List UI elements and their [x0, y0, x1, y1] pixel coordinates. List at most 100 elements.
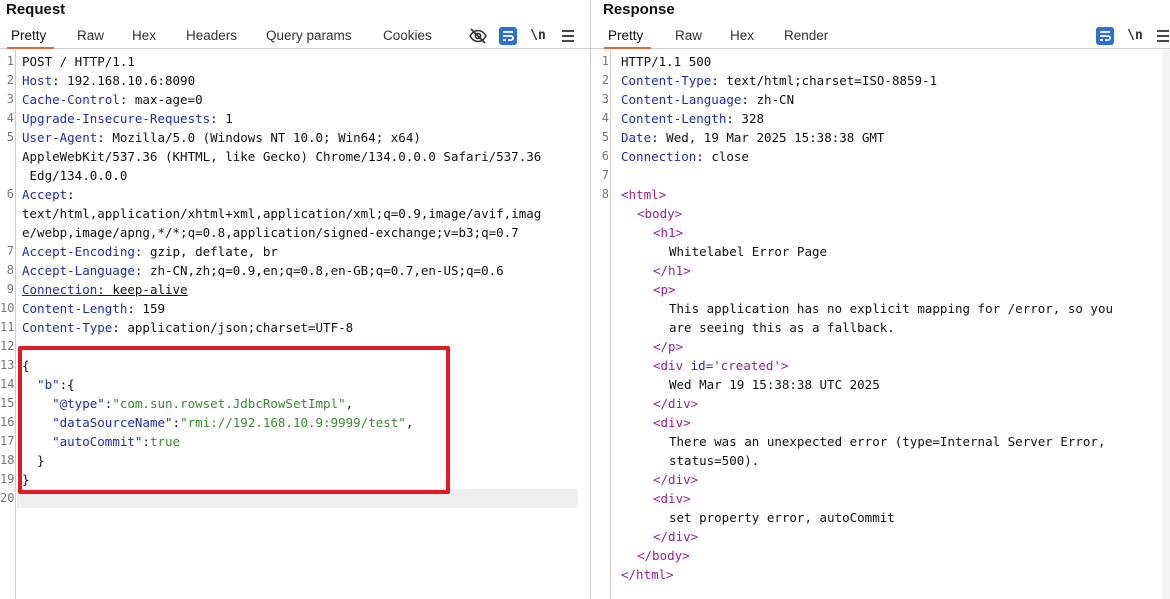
response-line: <div> [591, 489, 1170, 508]
response-tab-pretty[interactable]: Pretty [603, 28, 652, 49]
request-line: 7 Accept-Encoding: gzip, deflate, br [0, 242, 590, 261]
html-tag: <body> [637, 206, 683, 221]
header-name: Host [22, 73, 53, 88]
response-line: set property error, autoCommit [591, 508, 1170, 527]
newline-icon[interactable]: \n [1125, 26, 1145, 46]
html-tag: </div> [653, 472, 699, 487]
response-tab-hex[interactable]: Hex [730, 28, 754, 43]
json-punct: , [345, 396, 354, 411]
request-line: 11 Content-Type: application/json;charset… [0, 318, 590, 337]
line-code: HTTP/1.1 500 [621, 52, 711, 71]
line-code: status=500). [669, 451, 759, 470]
line-code: Connection: keep-alive [22, 280, 188, 299]
response-tab-raw[interactable]: Raw [675, 28, 702, 43]
response-line: Whitelabel Error Page [591, 242, 1170, 261]
header-value: 192.168.10.6:8090 [67, 73, 196, 88]
header-value: e/webp,image/apng,*/*;q=0.8,application/… [22, 225, 519, 240]
request-tab-cookies[interactable]: Cookies [383, 28, 432, 43]
line-code: "autoCommit":true [22, 432, 180, 451]
line-code: Host: 192.168.10.6:8090 [22, 71, 195, 90]
response-line: <h1> [591, 223, 1170, 242]
line-number: 10 [0, 301, 15, 315]
response-line: </div> [591, 394, 1170, 413]
response-line: are seeing this as a fallback. [591, 318, 1170, 337]
html-tag: </html> [621, 567, 674, 582]
header-separator: : [711, 73, 727, 88]
header-name: Date [621, 130, 652, 145]
html-text: Whitelabel Error Page [669, 244, 828, 259]
header-separator: : [696, 149, 712, 164]
word-wrap-icon[interactable] [498, 26, 518, 46]
line-code: Cache-Control: max-age=0 [22, 90, 203, 109]
json-punct [22, 415, 52, 430]
line-number: 16 [0, 415, 15, 429]
request-title: Request [6, 1, 66, 18]
line-code: Content-Language: zh-CN [621, 90, 794, 109]
response-line: 1 HTTP/1.1 500 [591, 52, 1170, 71]
header-value: application/json;charset=UTF-8 [127, 320, 354, 335]
line-number: 4 [601, 111, 609, 125]
json-key: "dataSourceName" [52, 415, 173, 430]
header-separator: : [119, 92, 135, 107]
response-line: 7 [591, 166, 1170, 185]
response-tab-render[interactable]: Render [784, 28, 828, 43]
header-value: keep-alive [112, 282, 188, 297]
response-line: </body> [591, 546, 1170, 565]
header-value: 328 [741, 111, 764, 126]
newline-icon[interactable]: \n [528, 26, 548, 46]
request-line: 18 } [0, 451, 590, 470]
response-line: There was an unexpected error (type=Inte… [591, 432, 1170, 451]
hamburger-menu-icon[interactable] [1153, 26, 1170, 46]
line-code: AppleWebKit/537.36 (KHTML, like Gecko) C… [22, 147, 541, 166]
line-code: Upgrade-Insecure-Requests: 1 [22, 109, 233, 128]
response-line: </h1> [591, 261, 1170, 280]
line-code: </body> [637, 546, 690, 565]
header-separator: : [651, 130, 667, 145]
request-tab-query-params[interactable]: Query params [266, 28, 352, 43]
response-editor[interactable]: 1 HTTP/1.1 500 2 Content-Type: text/html;ch… [591, 50, 1170, 599]
line-code: } [22, 451, 45, 470]
json-key: "@type" [52, 396, 105, 411]
html-text: are seeing this as a fallback. [669, 320, 895, 335]
line-code: Accept-Encoding: gzip, deflate, br [22, 242, 278, 261]
line-code: <div> [653, 489, 691, 508]
json-colon: : [172, 415, 181, 430]
request-tab-hex[interactable]: Hex [132, 28, 156, 43]
header-value: zh-CN,zh;q=0.9,en;q=0.8,en-GB;q=0.7,en-U… [149, 263, 504, 278]
header-name: Connection [22, 282, 98, 297]
line-code: </h1> [653, 261, 691, 280]
request-line: 10 Content-Length: 159 [0, 299, 590, 318]
line-number: 20 [0, 491, 15, 505]
line-code: </div> [653, 470, 698, 489]
header-name: Accept [22, 187, 68, 202]
response-scrollbar[interactable] [1162, 50, 1170, 599]
hamburger-menu-icon[interactable] [558, 26, 578, 46]
header-separator: : [112, 320, 128, 335]
line-code: </div> [653, 394, 698, 413]
html-tag: </p> [653, 339, 684, 354]
line-code: "@type":"com.sun.rowset.JdbcRowSetImpl", [22, 394, 353, 413]
request-pane: Request Pretty Raw Hex Headers Query par… [0, 0, 590, 599]
header-name: Accept-Encoding [22, 244, 135, 259]
request-line: 2 Host: 192.168.10.6:8090 [0, 71, 590, 90]
line-code: This application has no explicit mapping… [669, 299, 1113, 318]
request-editor[interactable]: 1 POST / HTTP/1.1 2 Host: 192.168.10.6:8090… [0, 50, 590, 599]
response-line: </div> [591, 470, 1170, 489]
request-tab-raw[interactable]: Raw [77, 28, 104, 43]
header-separator: : [97, 282, 113, 297]
line-number: 19 [0, 472, 15, 486]
html-tag: <p> [653, 282, 676, 297]
response-tabs: Pretty Raw Hex Render \n [591, 24, 1170, 49]
header-separator: : [134, 244, 150, 259]
request-line: 14 "b":{ [0, 375, 590, 394]
header-separator: : [127, 301, 143, 316]
html-tag: </div> [653, 529, 699, 544]
header-separator: : [97, 130, 113, 145]
eye-slash-icon[interactable] [468, 26, 488, 46]
request-tab-pretty[interactable]: Pretty [6, 28, 55, 49]
request-tab-headers[interactable]: Headers [186, 28, 237, 43]
line-code: e/webp,image/apng,*/*;q=0.8,application/… [22, 223, 519, 242]
line-code: <p> [653, 280, 676, 299]
word-wrap-icon[interactable] [1095, 26, 1115, 46]
response-line: </html> [591, 565, 1170, 584]
